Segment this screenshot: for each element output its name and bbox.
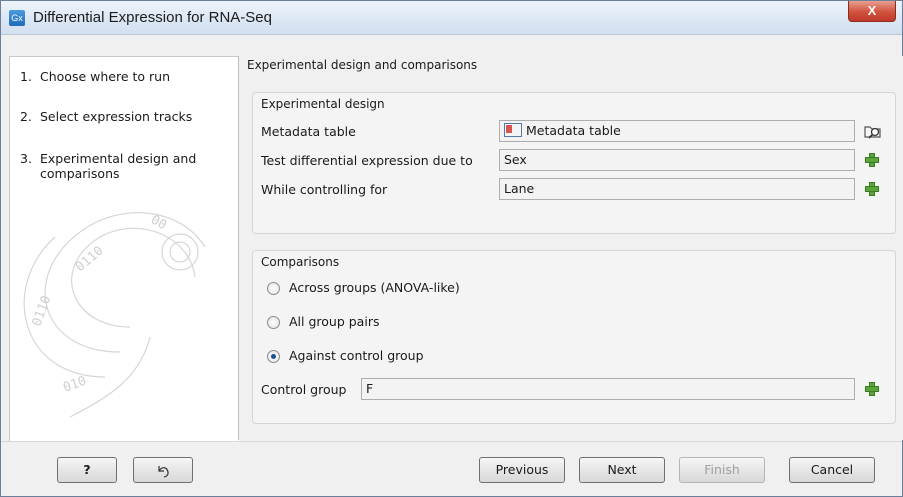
experimental-design-group: Experimental design Metadata table Metad… [252, 92, 896, 234]
step-select-expression-tracks[interactable]: 2. Select expression tracks [20, 109, 215, 124]
control-group-label: Control group [261, 382, 347, 397]
add-control-group-plus-icon[interactable] [865, 382, 879, 396]
svg-text:0110: 0110 [30, 294, 55, 329]
add-test-factor-plus-icon[interactable] [865, 153, 879, 167]
test-differential-expression-field[interactable]: Sex [499, 149, 855, 171]
svg-text:010: 010 [61, 374, 88, 396]
group-title: Comparisons [261, 255, 340, 269]
reset-arrow-icon [158, 466, 169, 478]
footer-divider [1, 441, 902, 442]
step-label: Select expression tracks [40, 109, 193, 124]
while-controlling-for-field[interactable]: Lane [499, 178, 855, 200]
step-label: Choose where to run [40, 69, 170, 84]
step-number: 1. [20, 69, 32, 84]
reset-button[interactable] [133, 457, 193, 483]
browse-folder-icon[interactable] [863, 121, 883, 141]
step-number: 2. [20, 109, 32, 124]
cancel-button[interactable]: Cancel [789, 457, 875, 483]
app-icon: Gx [9, 10, 25, 26]
wizard-steps-panel: 1. Choose where to run 2. Select expressio… [9, 56, 239, 442]
control-group-field[interactable]: F [361, 378, 855, 400]
close-button[interactable]: X [848, 1, 896, 22]
radio-against-control-group[interactable] [267, 350, 280, 363]
step-choose-where-to-run[interactable]: 1. Choose where to run [20, 69, 215, 84]
group-title: Experimental design [261, 97, 385, 111]
main-panel: Experimental design and comparisons Expe… [238, 56, 903, 440]
svg-text:0110: 0110 [73, 243, 107, 275]
finish-button[interactable]: Finish [679, 457, 765, 483]
dialog-window: Gx Differential Expression for RNA-Seq X… [0, 0, 903, 497]
comparisons-group: Comparisons Across groups (ANOVA-like) A… [252, 250, 896, 424]
binary-spiral-watermark: 0110 0110 010 00 [23, 212, 206, 418]
metadata-table-field[interactable]: Metadata table [499, 120, 855, 142]
radio-all-group-pairs[interactable] [267, 316, 280, 329]
metadata-table-icon [504, 123, 522, 137]
metadata-table-value: Metadata table [526, 123, 621, 138]
test-differential-expression-label: Test differential expression due to [261, 153, 473, 168]
section-title: Experimental design and comparisons [247, 58, 478, 72]
next-button[interactable]: Next [579, 457, 665, 483]
step-number: 3. [20, 151, 32, 166]
title-bar[interactable]: Gx Differential Expression for RNA-Seq X [1, 1, 902, 35]
radio-all-group-pairs-label[interactable]: All group pairs [289, 314, 379, 329]
add-control-factor-plus-icon[interactable] [865, 182, 879, 196]
while-controlling-for-label: While controlling for [261, 182, 388, 197]
radio-across-groups-label[interactable]: Across groups (ANOVA-like) [289, 280, 460, 295]
help-button[interactable]: ? [57, 457, 117, 483]
metadata-table-label: Metadata table [261, 124, 356, 139]
previous-button[interactable]: Previous [479, 457, 565, 483]
window-title: Differential Expression for RNA-Seq [33, 9, 272, 26]
radio-across-groups[interactable] [267, 282, 280, 295]
radio-against-control-group-label[interactable]: Against control group [289, 348, 424, 363]
